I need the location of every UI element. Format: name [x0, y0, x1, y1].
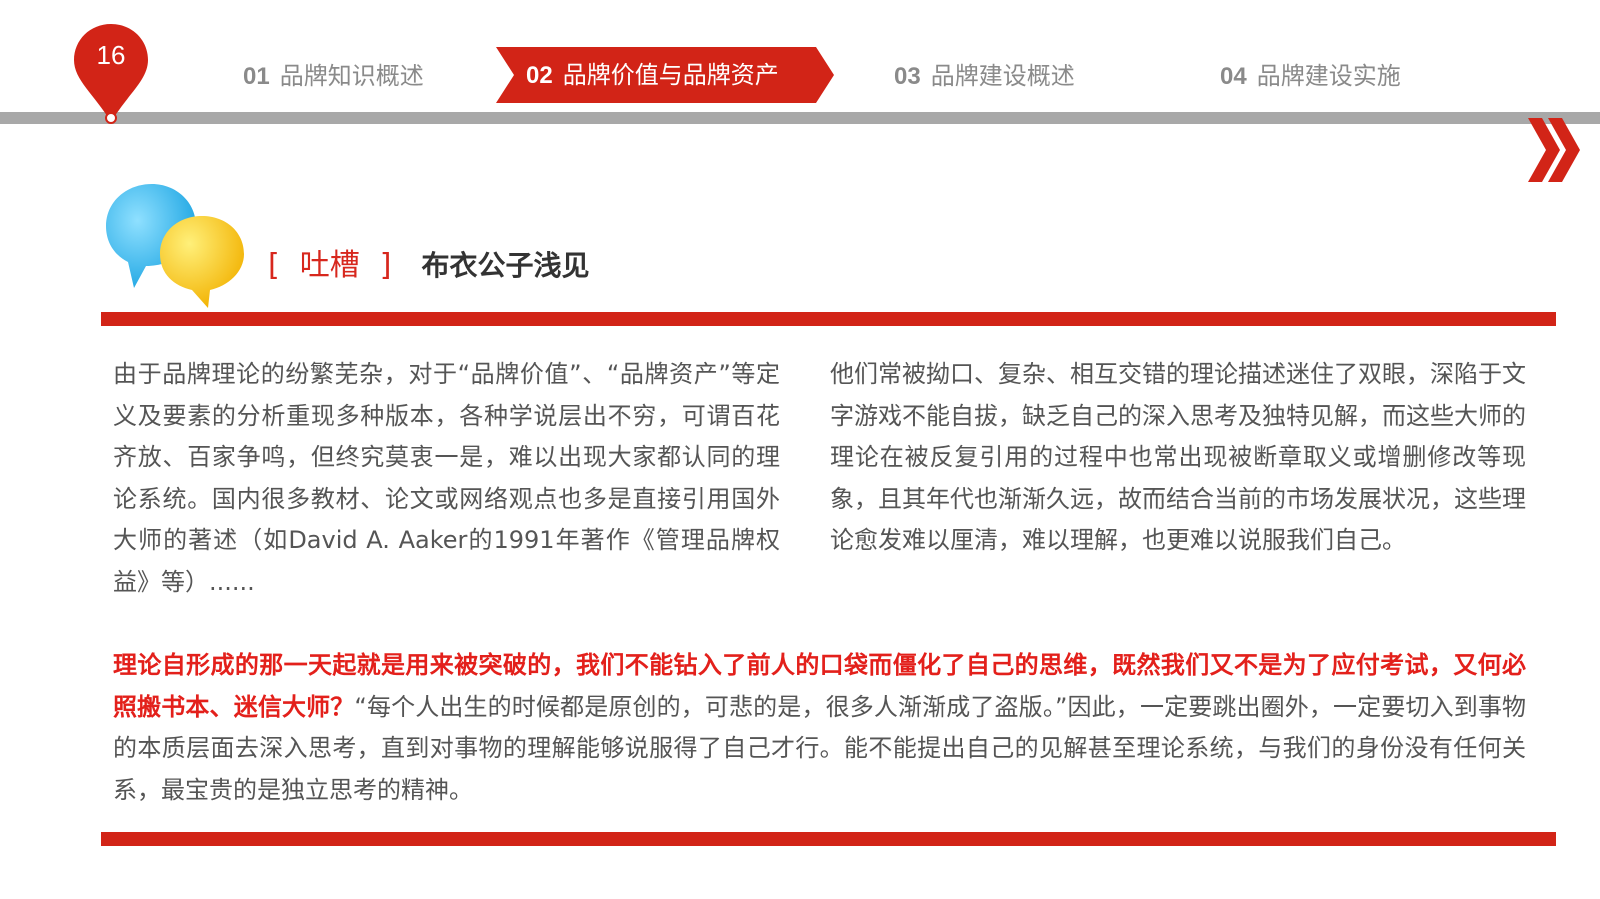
nav-tab-label: 品牌价值与品牌资产 — [562, 61, 779, 89]
section-heading: [ 吐槽] 布衣公子浅见 — [268, 244, 589, 288]
heading-bracket-close: ] — [379, 248, 392, 283]
nav-tab-1[interactable]: 01 品牌知识概述 — [243, 56, 424, 97]
heading-tag: 吐槽 — [299, 248, 360, 283]
nav-tab-label: 品牌建设实施 — [1256, 62, 1401, 90]
divider-top — [101, 312, 1556, 326]
nav-tab-3[interactable]: 03 品牌建设概述 — [894, 56, 1075, 97]
nav-bar — [0, 112, 1600, 124]
map-pin-icon — [74, 24, 148, 124]
nav-tab-number: 01 — [243, 63, 270, 90]
page-number: 16 — [96, 40, 126, 70]
nav-tab-number: 03 — [894, 63, 921, 90]
nav-tab-number: 02 — [526, 62, 553, 89]
nav-tab-2[interactable]: 02 品牌价值与品牌资产 — [526, 55, 779, 96]
body-bottom-paragraph: 理论自形成的那一天起就是用来被突破的，我们不能钻入了前人的口袋而僵化了自己的思维… — [113, 645, 1526, 811]
double-chevron-right-icon[interactable] — [1528, 116, 1584, 184]
nav-tab-number: 04 — [1220, 63, 1247, 90]
body-left-column: 由于品牌理论的纷繁芜杂，对于“品牌价值”、“品牌资产”等定义及要素的分析重现多种… — [113, 360, 780, 596]
body-right-column: 他们常被拗口、复杂、相互交错的理论描述迷住了双眼，深陷于文字游戏不能自拔，缺乏自… — [830, 360, 1526, 554]
divider-bottom — [101, 832, 1556, 846]
heading-bracket-open: [ — [268, 248, 280, 283]
nav-tab-4[interactable]: 04 品牌建设实施 — [1220, 56, 1401, 97]
nav-tab-label: 品牌建设概述 — [930, 62, 1075, 90]
nav-tab-label: 品牌知识概述 — [279, 62, 424, 90]
heading-subtitle: 布衣公子浅见 — [421, 249, 590, 282]
speech-bubbles-icon — [106, 184, 244, 308]
